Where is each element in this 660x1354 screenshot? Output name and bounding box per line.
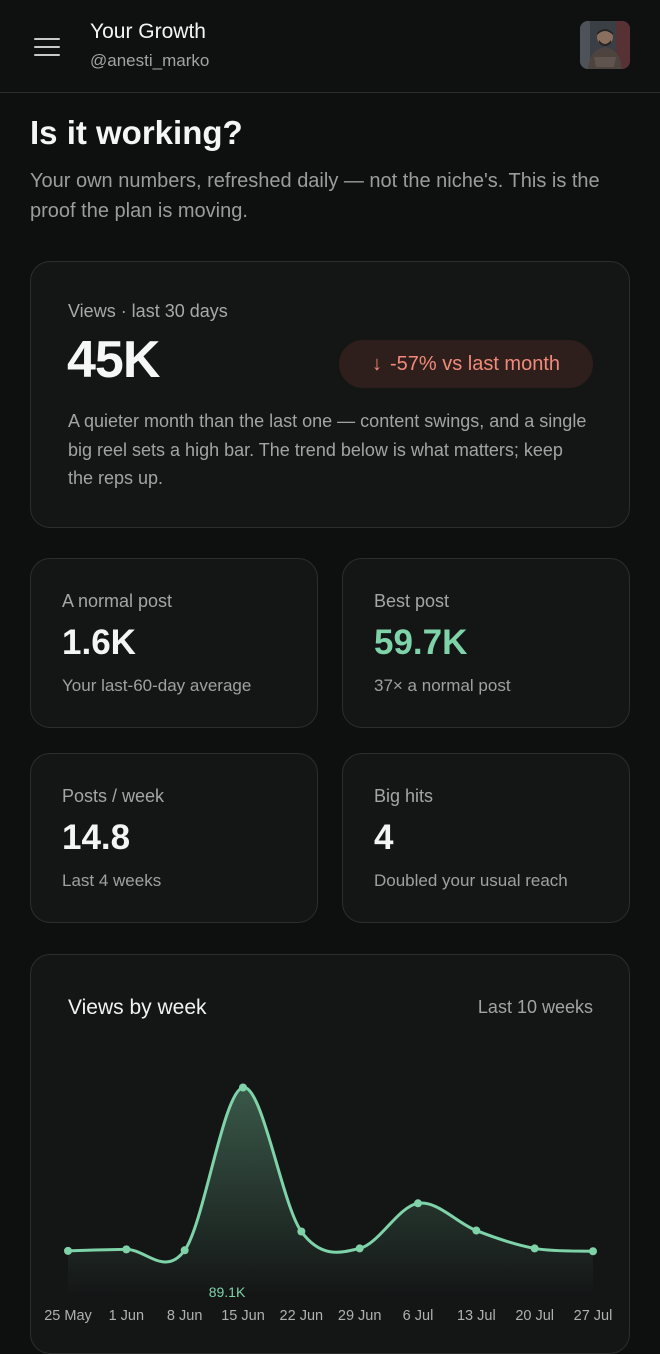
stat-note: Last 4 weeks [62, 871, 162, 890]
stat-value: 1.6K [62, 623, 136, 662]
x-tick-label: 27 Jul [574, 1308, 613, 1324]
views-by-week-card: Views by week Last 10 weeks 89.1K 25 May 1… [30, 954, 630, 1354]
x-tick-label: 13 Jul [457, 1308, 496, 1324]
x-tick-label: 1 Jun [109, 1308, 144, 1324]
views-summary-card: Views · last 30 days 45K ↓ -57% vs last … [30, 261, 630, 528]
menu-line [34, 54, 60, 56]
chart-peak-label: 89.1K [209, 1284, 246, 1300]
user-avatar[interactable] [580, 21, 630, 69]
x-tick-label: 6 Jul [403, 1308, 434, 1324]
stat-note: Doubled your usual reach [374, 871, 568, 890]
stat-label: Big hits [374, 786, 434, 806]
stat-card-big-hits: Big hits 4 Doubled your usual reach [342, 753, 630, 923]
menu-line [34, 46, 60, 48]
stat-label: Best post [374, 591, 450, 611]
top-bar: Your Growth @anesti_marko [0, 0, 660, 93]
stat-label: Posts / week [62, 786, 165, 806]
menu-line [34, 38, 60, 40]
x-tick-label: 25 May [44, 1308, 92, 1324]
chart-point-8-jun[interactable] [180, 1246, 189, 1255]
stat-note: Your last-60-day average [62, 676, 252, 695]
chart-point-1-jun[interactable] [122, 1245, 131, 1254]
chart-point-27-jul[interactable] [589, 1247, 597, 1256]
stat-card-best-post: Best post 59.7K 37× a normal post [342, 558, 630, 728]
change-badge: ↓ -57% vs last month [339, 340, 593, 388]
change-text: -57% vs last month [389, 352, 561, 375]
x-tick-label: 29 Jun [338, 1308, 382, 1324]
account-handle: @anesti_marko [90, 51, 210, 70]
chart-area-fill [68, 1087, 593, 1295]
stat-card-normal-post: A normal post 1.6K Your last-60-day aver… [30, 558, 318, 728]
stat-value: 14.8 [62, 818, 131, 857]
chart-point-15-jun[interactable] [239, 1083, 247, 1092]
stat-card-posts-per-week: Posts / week 14.8 Last 4 weeks [30, 753, 318, 923]
app-title: Your Growth [90, 20, 206, 43]
hamburger-menu-icon[interactable] [34, 36, 62, 58]
arrow-down-icon: ↓ [371, 352, 382, 375]
views-value: 45K [67, 331, 160, 389]
x-tick-label: 15 Jun [221, 1308, 265, 1324]
views-line-chart: 89.1K 25 May 1 Jun 8 Jun 15 Jun 22 Jun 29 Jun 6… [44, 1083, 613, 1324]
chart-point-20-jul[interactable] [530, 1244, 539, 1253]
chart-point-29-jun[interactable] [355, 1244, 364, 1253]
page-heading: Is it working? [30, 114, 243, 151]
chart-point-25-may[interactable] [64, 1246, 72, 1255]
stat-value: 59.7K [374, 623, 468, 662]
page-subtitle: Your own numbers, refreshed daily — not … [30, 170, 600, 222]
chart-point-6-jul[interactable] [414, 1199, 422, 1208]
stat-label: A normal post [62, 591, 173, 611]
chart-point-22-jun[interactable] [297, 1227, 306, 1236]
x-tick-label: 20 Jul [515, 1308, 554, 1324]
chart-point-13-jul[interactable] [472, 1226, 481, 1235]
stat-value: 4 [374, 818, 394, 857]
views-label: Views · last 30 days [68, 301, 228, 321]
x-tick-label: 8 Jun [167, 1308, 202, 1324]
views-description: A quieter month than the last one — cont… [68, 411, 587, 488]
stat-note: 37× a normal post [374, 676, 511, 695]
x-tick-label: 22 Jun [280, 1308, 324, 1324]
chart-series-line [66, 1086, 595, 1264]
